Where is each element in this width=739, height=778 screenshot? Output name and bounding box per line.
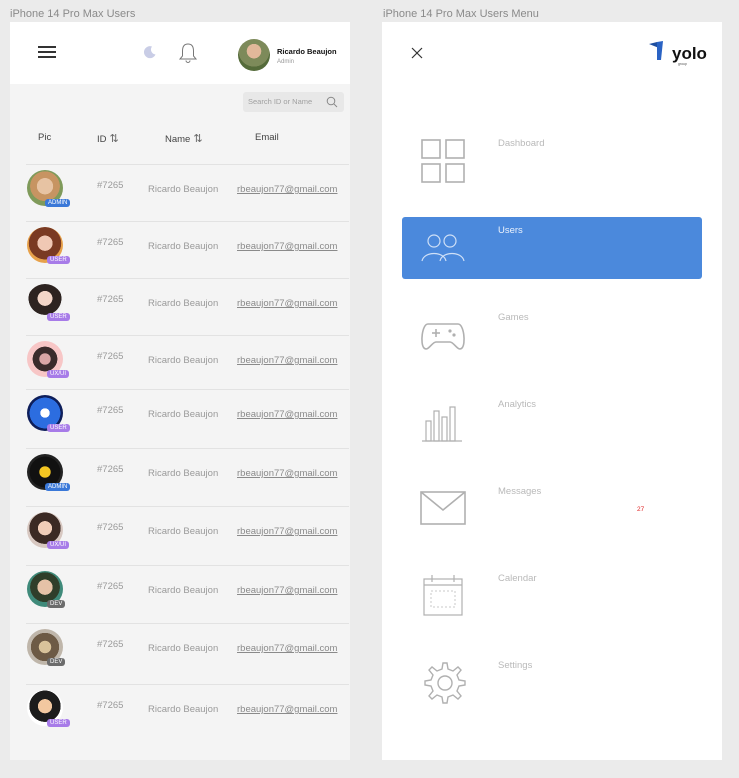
cell-id: #7265 — [97, 237, 124, 248]
role-badge: ADMIN — [45, 483, 71, 491]
cell-id: #7265 — [97, 639, 124, 650]
cell-email-link[interactable]: rbeaujon77@gmail.com — [237, 298, 337, 309]
search-icon[interactable] — [326, 96, 338, 108]
row-divider — [26, 448, 349, 449]
menu-item-label: Games — [498, 312, 529, 323]
menu-item-analytics[interactable]: Analytics — [402, 391, 702, 453]
cell-id: #7265 — [97, 581, 124, 592]
current-user-role: Admin — [277, 59, 295, 65]
cell-id: #7265 — [97, 700, 124, 711]
messages-count-badge: 27 — [637, 506, 645, 513]
cell-name: Ricardo Beaujon — [148, 241, 219, 252]
users-icon — [421, 234, 465, 262]
bell-icon[interactable] — [178, 42, 198, 64]
cell-name: Ricardo Beaujon — [148, 585, 219, 596]
row-divider — [26, 278, 349, 279]
gamepad-icon — [421, 323, 465, 350]
row-divider — [26, 565, 349, 566]
cell-email-link[interactable]: rbeaujon77@gmail.com — [237, 585, 337, 596]
role-badge: USER — [47, 719, 70, 727]
frame-title-menu: iPhone 14 Pro Max Users Menu — [383, 8, 539, 20]
cell-email-link[interactable]: rbeaujon77@gmail.com — [237, 468, 337, 479]
cell-email-link[interactable]: rbeaujon77@gmail.com — [237, 184, 337, 195]
role-badge: USER — [47, 424, 70, 432]
cell-email-link[interactable]: rbeaujon77@gmail.com — [237, 526, 337, 537]
current-user-name: Ricardo Beaujon — [277, 47, 337, 56]
search-placeholder: Search ID or Name — [248, 97, 313, 106]
row-divider — [26, 389, 349, 390]
top-bar: Ricardo Beaujon Admin — [10, 22, 350, 84]
dashboard-icon — [421, 139, 465, 183]
menu-item-label: Dashboard — [498, 138, 545, 149]
cell-email-link[interactable]: rbeaujon77@gmail.com — [237, 409, 337, 420]
row-divider — [26, 684, 349, 685]
row-divider — [26, 506, 349, 507]
row-divider — [26, 335, 349, 336]
role-badge: DEV — [47, 600, 66, 608]
menu-item-dashboard[interactable]: Dashboard — [402, 130, 702, 192]
cell-name: Ricardo Beaujon — [148, 526, 219, 537]
menu-item-label: Calendar — [498, 573, 537, 584]
menu-item-settings[interactable]: Settings — [402, 652, 702, 714]
column-header-id[interactable]: ID ⇅ — [97, 132, 119, 145]
avatar[interactable] — [238, 39, 270, 71]
cell-id: #7265 — [97, 294, 124, 305]
role-badge: UX/UI — [47, 370, 70, 378]
menu-item-label: Messages — [498, 486, 542, 497]
sort-icon[interactable]: ⇅ — [110, 133, 119, 145]
row-divider — [26, 164, 349, 165]
role-badge: USER — [47, 313, 70, 321]
row-divider — [26, 221, 349, 222]
cell-email-link[interactable]: rbeaujon77@gmail.com — [237, 355, 337, 366]
cell-id: #7265 — [97, 522, 124, 533]
menu-icon[interactable] — [38, 46, 56, 60]
menu-item-label: Settings — [498, 660, 533, 671]
cell-name: Ricardo Beaujon — [148, 643, 219, 654]
cell-email-link[interactable]: rbeaujon77@gmail.com — [237, 241, 337, 252]
menu-item-label: Users — [498, 225, 523, 236]
frame-title-users: iPhone 14 Pro Max Users — [10, 8, 136, 20]
moon-icon[interactable] — [143, 45, 157, 59]
cell-name: Ricardo Beaujon — [148, 409, 219, 420]
cell-name: Ricardo Beaujon — [148, 468, 219, 479]
menu-item-messages[interactable]: Messages — [402, 478, 702, 540]
menu-item-calendar[interactable]: Calendar — [402, 565, 702, 627]
cell-name: Ricardo Beaujon — [148, 704, 219, 715]
logo-text: yolo — [672, 44, 707, 63]
column-header-name[interactable]: Name ⇅ — [165, 132, 203, 145]
cell-name: Ricardo Beaujon — [148, 355, 219, 366]
column-header-pic: Pic — [38, 132, 52, 143]
menu-item-games[interactable]: Games — [402, 304, 702, 366]
cell-email-link[interactable]: rbeaujon77@gmail.com — [237, 643, 337, 654]
cell-email-link[interactable]: rbeaujon77@gmail.com — [237, 704, 337, 715]
envelope-icon — [420, 491, 466, 525]
gear-icon — [424, 662, 466, 704]
cell-name: Ricardo Beaujon — [148, 184, 219, 195]
sort-icon[interactable]: ⇅ — [193, 133, 202, 145]
menu-item-label: Analytics — [498, 399, 537, 410]
column-header-email: Email — [255, 132, 279, 143]
close-icon[interactable] — [410, 46, 424, 60]
users-screen: Ricardo Beaujon Admin Search ID or Name … — [10, 22, 350, 760]
cell-name: Ricardo Beaujon — [148, 298, 219, 309]
cell-id: #7265 — [97, 180, 124, 191]
cell-id: #7265 — [97, 464, 124, 475]
role-badge: DEV — [47, 658, 66, 666]
search-input[interactable]: Search ID or Name — [243, 92, 344, 112]
menu-item-users[interactable]: Users — [402, 217, 702, 279]
role-badge: USER — [47, 256, 70, 264]
calendar-icon — [423, 575, 463, 616]
logo-subtext: group — [678, 62, 687, 66]
row-divider — [26, 623, 349, 624]
role-badge: UX/UI — [47, 541, 70, 549]
cell-id: #7265 — [97, 405, 124, 416]
menu-screen: yolo group Dashboard Users Games Analytics M… — [382, 22, 722, 760]
role-badge: ADMIN — [45, 199, 71, 207]
analytics-icon — [422, 406, 462, 442]
cell-id: #7265 — [97, 351, 124, 362]
